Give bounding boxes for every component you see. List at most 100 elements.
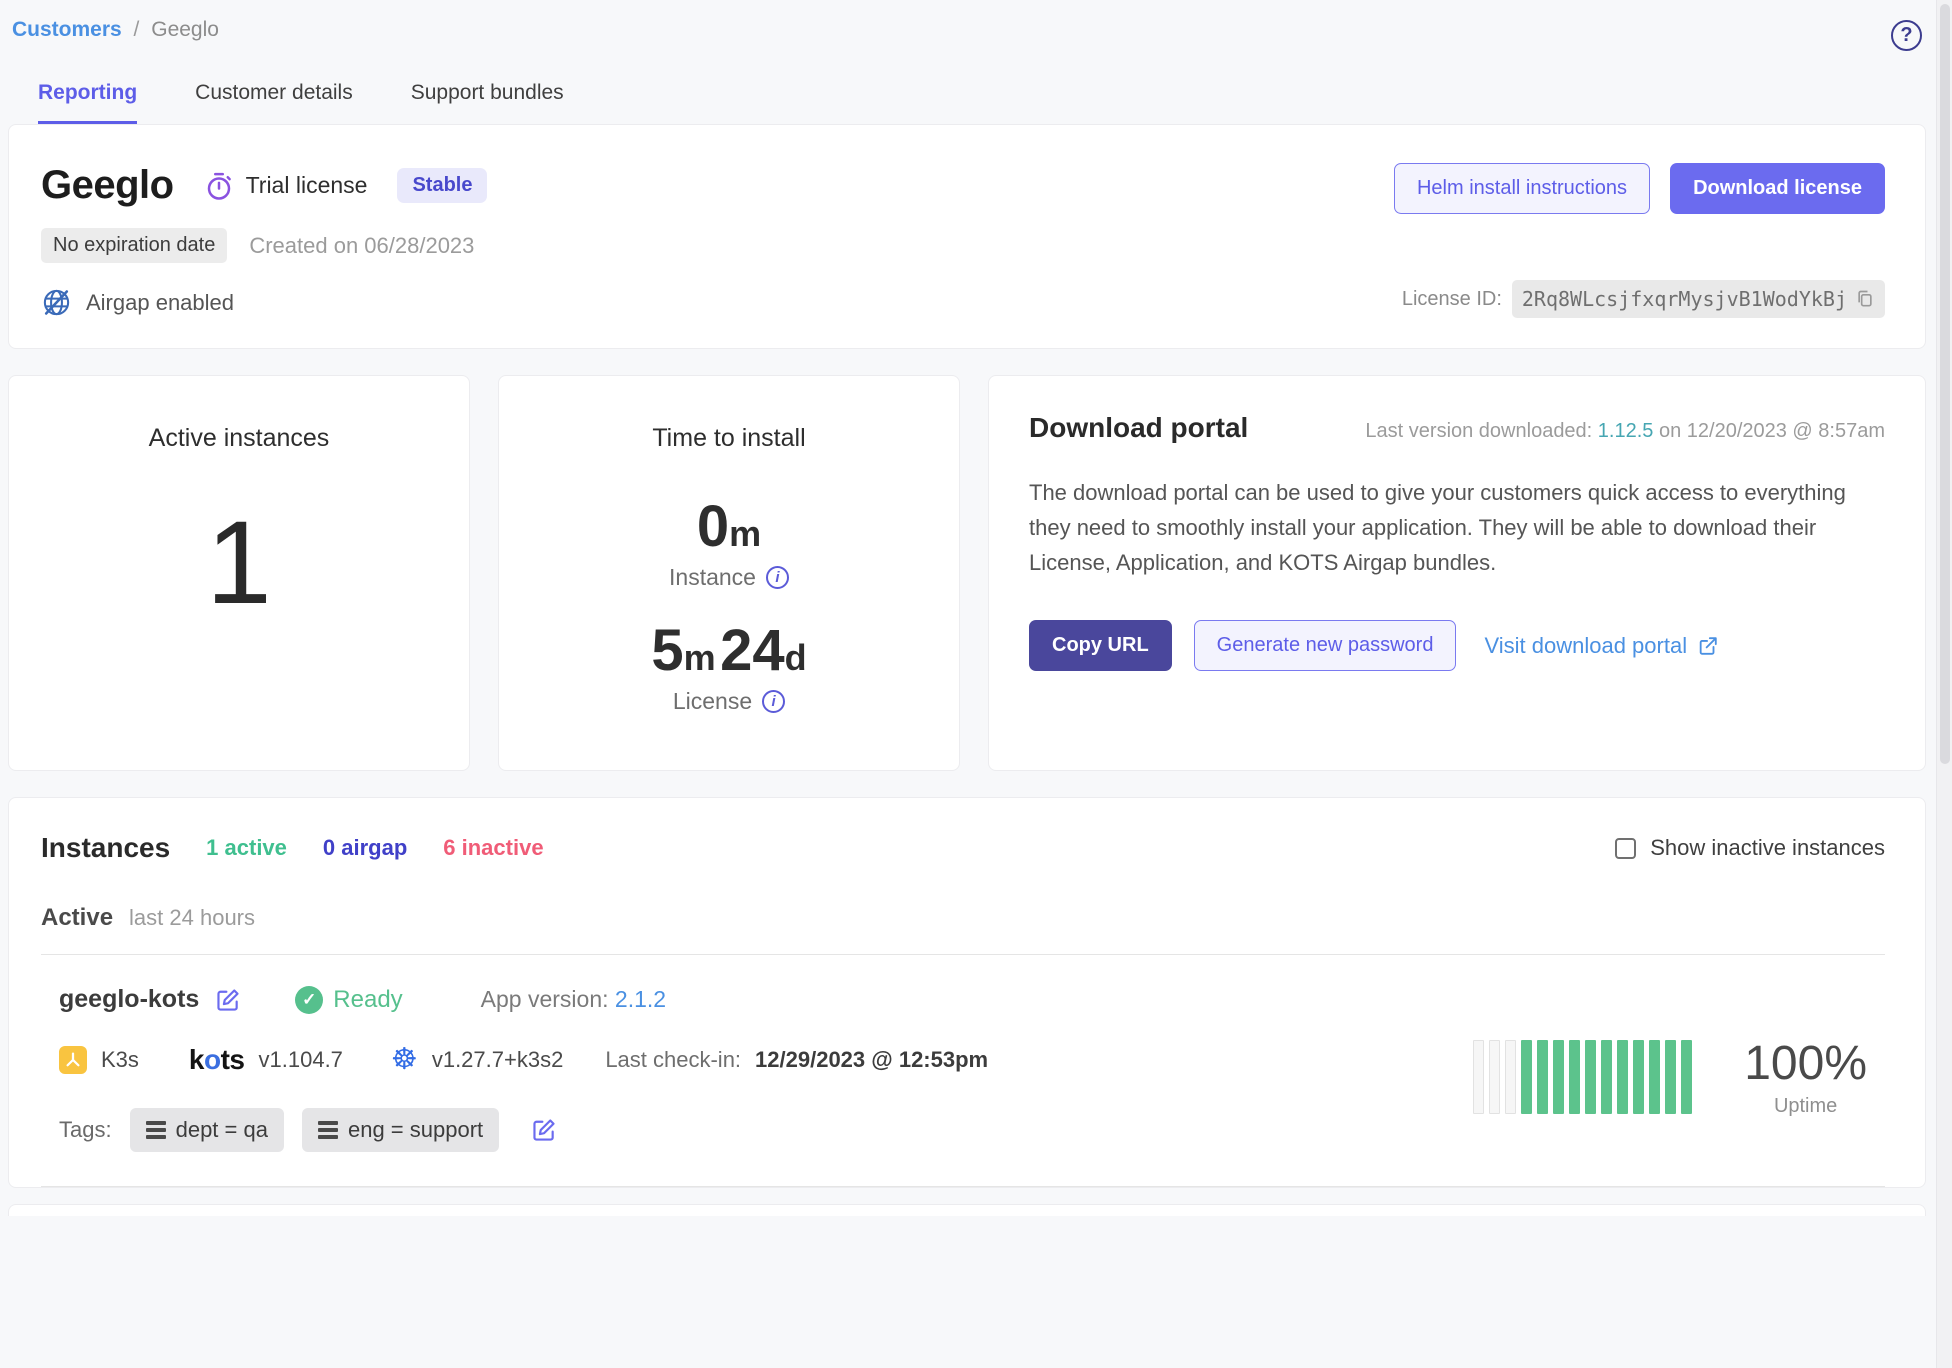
active-instances-card: Active instances 1 xyxy=(8,375,470,771)
instance-install-unit: m xyxy=(729,513,761,554)
instance-details: geeglo-kots ✓ Ready App version: 2.1.2 xyxy=(59,985,988,1152)
edit-tags-icon[interactable] xyxy=(531,1117,557,1143)
next-card-peek xyxy=(8,1204,1926,1216)
top-bar: Customers / Geeglo ? xyxy=(8,14,1926,51)
k3s-icon xyxy=(59,1046,87,1074)
active-section-label: Active xyxy=(41,904,113,932)
visit-download-portal-label: Visit download portal xyxy=(1484,633,1687,659)
download-portal-description: The download portal can be used to give … xyxy=(1029,476,1885,580)
instance-install-label: Instance xyxy=(669,564,756,591)
uptime-bar-empty xyxy=(1473,1040,1484,1114)
divider xyxy=(41,1186,1885,1187)
last-version-link[interactable]: 1.12.5 xyxy=(1598,420,1654,442)
active-instances-count: 1 xyxy=(206,495,272,631)
scrollbar-thumb[interactable] xyxy=(1940,4,1950,764)
active-count[interactable]: 1 active xyxy=(206,835,287,861)
airgap-globe-icon xyxy=(41,287,72,318)
time-to-install-card: Time to install 0m Instance i 5m 24d Lic… xyxy=(498,375,960,771)
airgap-label: Airgap enabled xyxy=(86,290,234,316)
app-version-link[interactable]: 2.1.2 xyxy=(615,986,666,1012)
license-id-text: 2Rq8WLcsjfxqrMysjvB1WodYkBj xyxy=(1522,287,1847,311)
license-install-label: License xyxy=(673,688,752,715)
tag-label: dept = qa xyxy=(176,1117,268,1143)
kots-logo-o: o xyxy=(204,1044,221,1075)
license-install-unit2: d xyxy=(785,637,807,678)
customer-header-card: Geeglo Trial license Stable No expiratio… xyxy=(8,124,1926,349)
active-instances-title: Active instances xyxy=(149,424,330,453)
uptime-bar-up xyxy=(1617,1040,1628,1114)
uptime-bar-up xyxy=(1633,1040,1644,1114)
license-type-label: Trial license xyxy=(246,172,368,199)
edit-instance-name-icon[interactable] xyxy=(215,987,241,1013)
instance-info-icon[interactable]: i xyxy=(766,566,789,589)
download-portal-card: Download portal Last version downloaded:… xyxy=(988,375,1926,771)
scrollbar[interactable] xyxy=(1936,0,1952,1368)
uptime-bar-up xyxy=(1585,1040,1596,1114)
instances-card: Instances 1 active 0 airgap 6 inactive S… xyxy=(8,797,1926,1188)
kots-logo-k: k xyxy=(189,1044,204,1075)
tag-badge: dept = qa xyxy=(130,1108,284,1152)
expiration-badge: No expiration date xyxy=(41,228,227,263)
created-date: Created on 06/28/2023 xyxy=(249,233,474,259)
license-install-time: 5m 24d xyxy=(651,617,806,684)
visit-download-portal-link[interactable]: Visit download portal xyxy=(1484,633,1719,659)
inactive-count[interactable]: 6 inactive xyxy=(443,835,543,861)
app-version-label: App version: xyxy=(481,986,615,1012)
tab-bar: Reporting Customer details Support bundl… xyxy=(8,81,1926,124)
license-id-label: License ID: xyxy=(1402,288,1502,311)
uptime-bar-up xyxy=(1665,1040,1676,1114)
generate-password-button[interactable]: Generate new password xyxy=(1194,620,1457,671)
distribution-label: K3s xyxy=(101,1047,139,1073)
app-version: App version: 2.1.2 xyxy=(481,986,666,1013)
copy-url-button[interactable]: Copy URL xyxy=(1029,620,1172,671)
uptime-bar-up xyxy=(1649,1040,1660,1114)
uptime-area: 100% Uptime xyxy=(1473,1001,1885,1152)
last-checkin-value: 12/29/2023 @ 12:53pm xyxy=(755,1047,988,1073)
helm-install-button[interactable]: Helm install instructions xyxy=(1394,163,1650,214)
tab-reporting[interactable]: Reporting xyxy=(38,81,137,124)
uptime-bar-up xyxy=(1569,1040,1580,1114)
breadcrumb-separator: / xyxy=(134,18,140,41)
page: Customers / Geeglo ? Reporting Customer … xyxy=(0,0,1952,1216)
stats-row: Active instances 1 Time to install 0m In… xyxy=(8,375,1926,771)
license-type: Trial license xyxy=(204,171,368,201)
show-inactive-label: Show inactive instances xyxy=(1650,835,1885,861)
external-link-icon xyxy=(1697,635,1719,657)
license-info-icon[interactable]: i xyxy=(762,690,785,713)
instance-row: geeglo-kots ✓ Ready App version: 2.1.2 xyxy=(41,955,1885,1186)
license-install-months: 5 xyxy=(651,618,683,683)
k8s-version: v1.27.7+k3s2 xyxy=(432,1047,563,1073)
breadcrumb-customers-link[interactable]: Customers xyxy=(12,18,122,41)
license-install-unit1: m xyxy=(684,637,716,678)
tab-customer-details[interactable]: Customer details xyxy=(195,81,353,124)
uptime-bar-up xyxy=(1537,1040,1548,1114)
uptime-bar-up xyxy=(1553,1040,1564,1114)
customer-name: Geeglo xyxy=(41,163,174,208)
download-portal-title: Download portal xyxy=(1029,412,1248,444)
airgap-count[interactable]: 0 airgap xyxy=(323,835,407,861)
download-license-button[interactable]: Download license xyxy=(1670,163,1885,214)
last-version-suffix: on 12/20/2023 @ 8:57am xyxy=(1653,420,1885,442)
instances-title: Instances xyxy=(41,832,170,864)
tag-icon xyxy=(318,1121,338,1139)
tab-support-bundles[interactable]: Support bundles xyxy=(411,81,564,124)
instance-install-minutes: 0 xyxy=(697,494,729,559)
customer-header-left: Geeglo Trial license Stable No expiratio… xyxy=(41,163,487,318)
uptime-bar-empty xyxy=(1505,1040,1516,1114)
uptime-bar-chart xyxy=(1473,1040,1692,1114)
kots-logo: kots xyxy=(189,1044,245,1076)
uptime-label: Uptime xyxy=(1744,1095,1867,1118)
breadcrumb: Customers / Geeglo xyxy=(12,18,219,42)
instance-install-time: 0m xyxy=(669,493,789,560)
show-inactive-checkbox[interactable] xyxy=(1615,838,1636,859)
stopwatch-icon xyxy=(204,171,234,201)
instance-status: ✓ Ready xyxy=(295,986,402,1014)
uptime-bar-up xyxy=(1681,1040,1692,1114)
copy-icon[interactable] xyxy=(1855,289,1875,309)
tag-icon xyxy=(146,1121,166,1139)
help-icon[interactable]: ? xyxy=(1891,20,1922,51)
uptime-percent: 100% xyxy=(1744,1036,1867,1091)
last-version-label: Last version downloaded: xyxy=(1365,420,1597,442)
instance-name: geeglo-kots xyxy=(59,985,199,1014)
customer-header-right: Helm install instructions Download licen… xyxy=(1394,163,1885,318)
